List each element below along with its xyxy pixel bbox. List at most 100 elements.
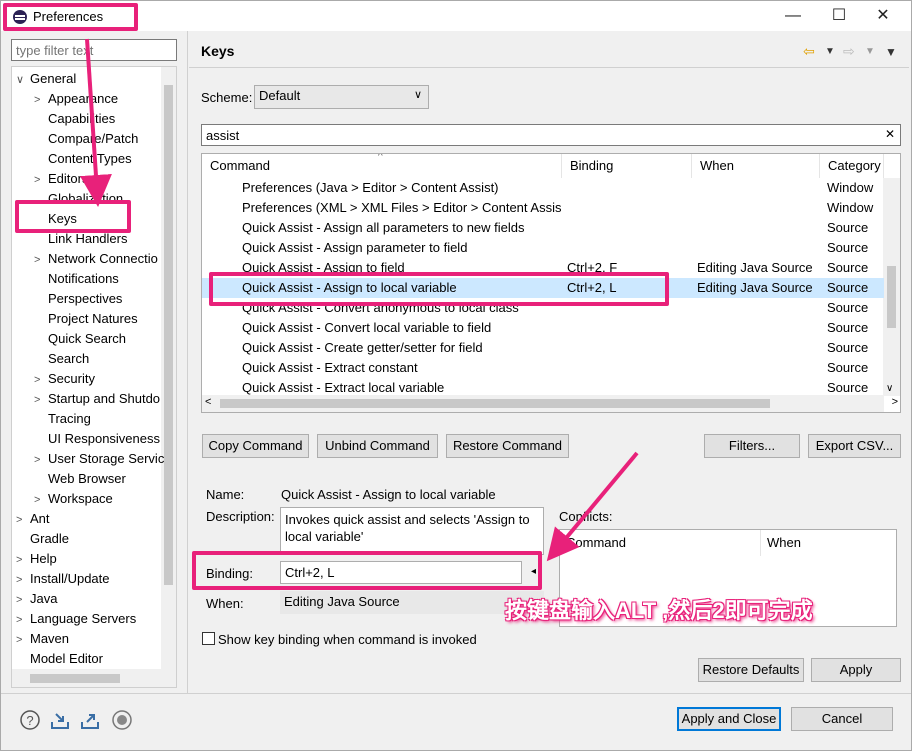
apply-button[interactable]: Apply	[811, 658, 901, 682]
tree-item[interactable]: Project Natures	[34, 309, 138, 329]
tree-item[interactable]: Keys	[34, 209, 77, 229]
chevron-right-icon[interactable]: >	[16, 630, 30, 650]
table-row[interactable]: Quick Assist - Assign to field Ctrl+2, F E…	[202, 258, 884, 278]
chevron-right-icon[interactable]: >	[34, 490, 48, 510]
show-binding-label: Show key binding when command is invoked	[218, 632, 477, 647]
tree-horizontal-scrollbar[interactable]	[12, 669, 176, 687]
import-icon[interactable]	[49, 709, 71, 731]
table-row[interactable]: Preferences (XML > XML Files > Editor > …	[202, 198, 884, 218]
scheme-select[interactable]: Default ∨	[254, 85, 429, 109]
binding-field[interactable]: Ctrl+2, L	[280, 561, 522, 584]
back-dropdown-icon[interactable]: ▼	[825, 46, 835, 57]
column-header-binding[interactable]: Binding	[562, 154, 692, 178]
table-row[interactable]: Quick Assist - Extract constant Source	[202, 358, 884, 378]
forward-dropdown-icon[interactable]: ▼	[865, 46, 875, 57]
conflicts-header-command[interactable]: Command	[566, 535, 626, 550]
tree-item[interactable]: ∨ General	[16, 69, 76, 89]
tree-item[interactable]: > User Storage Servic	[34, 449, 164, 469]
table-row[interactable]: Quick Assist - Assign all parameters to …	[202, 218, 884, 238]
tree-item[interactable]: > Java	[16, 589, 57, 609]
chevron-right-icon[interactable]: >	[16, 550, 30, 570]
tree-item[interactable]: > Network Connectio	[34, 249, 158, 269]
table-cell: Quick Assist - Extract local variable	[242, 380, 445, 395]
pane-splitter[interactable]	[187, 31, 188, 693]
tree-item[interactable]: > Startup and Shutdo	[34, 389, 160, 409]
tree-item[interactable]: Perspectives	[34, 289, 122, 309]
chevron-right-icon[interactable]: >	[34, 250, 48, 270]
description-field[interactable]: Invokes quick assist and selects 'Assign…	[280, 507, 544, 555]
chevron-right-icon[interactable]: >	[16, 590, 30, 610]
tree-item[interactable]: Quick Search	[34, 329, 126, 349]
tree-item[interactable]: Compare/Patch	[34, 129, 138, 149]
maximize-button[interactable]: ☐	[819, 5, 859, 27]
tree-item[interactable]: UI Responsiveness	[34, 429, 160, 449]
close-button[interactable]: ✕	[863, 5, 903, 27]
table-row[interactable]: Quick Assist - Assign to local variable C…	[202, 278, 884, 298]
show-binding-checkbox[interactable]	[202, 632, 215, 645]
filters-button[interactable]: Filters...	[704, 434, 800, 458]
tree-item[interactable]: Search	[34, 349, 89, 369]
minimize-button[interactable]: —	[773, 5, 813, 27]
tree-item[interactable]: > Maven	[16, 629, 69, 649]
conflicts-header-when[interactable]: When	[767, 535, 801, 550]
view-menu-icon[interactable]: ▼	[885, 45, 897, 59]
unbind-command-button[interactable]: Unbind Command	[317, 434, 438, 458]
column-header-category[interactable]: Category	[820, 154, 884, 178]
table-row[interactable]: Quick Assist - Create getter/setter for …	[202, 338, 884, 358]
table-vertical-scrollbar[interactable]: ∨	[883, 178, 900, 396]
chevron-right-icon[interactable]: >	[16, 510, 30, 530]
tree-item[interactable]: > Workspace	[34, 489, 113, 509]
chevron-right-icon[interactable]: >	[34, 390, 48, 410]
table-row[interactable]: Quick Assist - Convert local variable to…	[202, 318, 884, 338]
chevron-down-icon: ∨	[413, 89, 422, 101]
column-header-when[interactable]: When	[692, 154, 820, 178]
tree-item[interactable]: Notifications	[34, 269, 119, 289]
apply-and-close-button[interactable]: Apply and Close	[677, 707, 781, 731]
back-arrow-icon[interactable]: ⇦	[803, 43, 815, 60]
restore-defaults-button[interactable]: Restore Defaults	[698, 658, 804, 682]
chevron-right-icon[interactable]: >	[34, 370, 48, 390]
forward-arrow-icon[interactable]: ⇨	[843, 43, 855, 60]
tree-item[interactable]: > Help	[16, 549, 57, 569]
tree-item[interactable]: > Ant	[16, 509, 50, 529]
copy-command-button[interactable]: Copy Command	[202, 434, 309, 458]
chevron-right-icon[interactable]: >	[34, 450, 48, 470]
tree-item[interactable]: > Security	[34, 369, 95, 389]
chevron-right-icon[interactable]: >	[16, 570, 30, 590]
scheme-value: Default	[259, 88, 301, 103]
chevron-right-icon[interactable]: >	[34, 170, 48, 190]
restore-command-button[interactable]: Restore Command	[446, 434, 569, 458]
tree-item[interactable]: Link Handlers	[34, 229, 128, 249]
binding-dropdown-icon[interactable]: ◂	[531, 566, 536, 577]
tree-item[interactable]: > Language Servers	[16, 609, 136, 629]
tree-item[interactable]: Capabilities	[34, 109, 115, 129]
tree-item[interactable]: Model Editor	[16, 649, 103, 669]
tree-item[interactable]: Content Types	[34, 149, 132, 169]
chevron-down-icon[interactable]: ∨	[16, 70, 30, 90]
help-icon[interactable]: ?	[19, 709, 41, 731]
table-row[interactable]: Preferences (Java > Editor > Content Ass…	[202, 178, 884, 198]
table-row[interactable]: Quick Assist - Extract local variable Sou…	[202, 378, 884, 398]
table-row[interactable]: Quick Assist - Assign parameter to field…	[202, 238, 884, 258]
tree-vertical-scrollbar[interactable]	[161, 67, 176, 669]
tree-item[interactable]: Tracing	[34, 409, 91, 429]
tree-item[interactable]: > Appearance	[34, 89, 118, 109]
tree-item[interactable]: Globalization	[34, 189, 123, 209]
table-row[interactable]: Quick Assist - Convert anonymous to loca…	[202, 298, 884, 318]
export-csv-button[interactable]: Export CSV...	[808, 434, 901, 458]
tree-item[interactable]: Gradle	[16, 529, 69, 549]
key-search-input[interactable]: assist ✕	[201, 124, 901, 146]
chevron-right-icon[interactable]: >	[16, 610, 30, 630]
filter-input[interactable]	[11, 39, 177, 61]
tree-item[interactable]: > Install/Update	[16, 569, 110, 589]
tree-item[interactable]: Web Browser	[34, 469, 126, 489]
tree-item[interactable]: > Editors	[34, 169, 88, 189]
chevron-right-icon[interactable]: >	[34, 90, 48, 110]
export-icon[interactable]	[79, 709, 101, 731]
tree-item-label: Project Natures	[48, 311, 138, 326]
cancel-button[interactable]: Cancel	[791, 707, 893, 731]
table-cell: Quick Assist - Create getter/setter for …	[242, 340, 483, 355]
record-icon[interactable]	[111, 709, 133, 731]
tree-item-label: Keys	[48, 211, 77, 226]
clear-icon[interactable]: ✕	[885, 127, 895, 141]
